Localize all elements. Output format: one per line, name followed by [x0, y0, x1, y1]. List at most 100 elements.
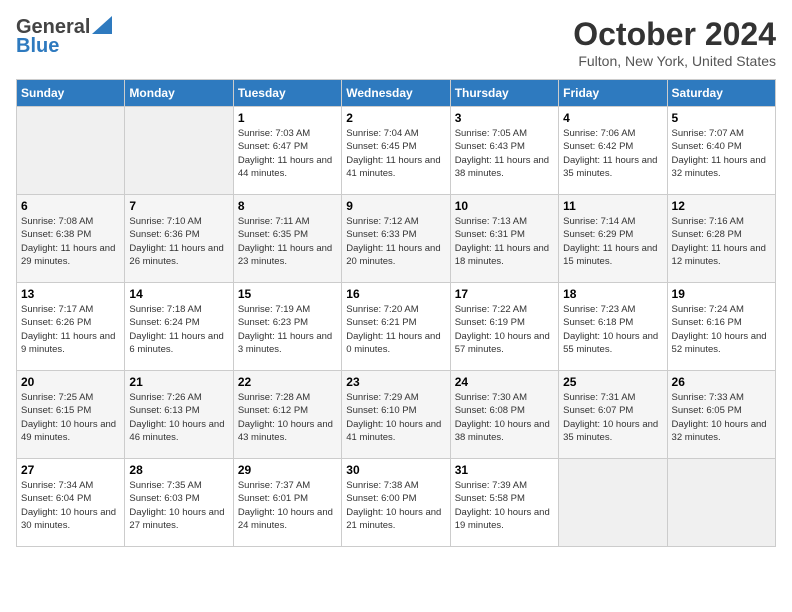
calendar-cell: 14 Sunrise: 7:18 AM Sunset: 6:24 PM Dayli…: [125, 283, 233, 371]
day-number: 28: [129, 463, 228, 477]
day-info: Sunrise: 7:26 AM Sunset: 6:13 PM Dayligh…: [129, 391, 228, 444]
day-number: 27: [21, 463, 120, 477]
calendar-cell: [667, 459, 775, 547]
day-number: 19: [672, 287, 771, 301]
calendar-week-row: 20 Sunrise: 7:25 AM Sunset: 6:15 PM Dayli…: [17, 371, 776, 459]
day-info: Sunrise: 7:34 AM Sunset: 6:04 PM Dayligh…: [21, 479, 120, 532]
day-info: Sunrise: 7:03 AM Sunset: 6:47 PM Dayligh…: [238, 127, 337, 180]
day-number: 24: [455, 375, 554, 389]
calendar-cell: 17 Sunrise: 7:22 AM Sunset: 6:19 PM Dayli…: [450, 283, 558, 371]
day-info: Sunrise: 7:20 AM Sunset: 6:21 PM Dayligh…: [346, 303, 445, 356]
day-number: 21: [129, 375, 228, 389]
day-header: Monday: [125, 80, 233, 107]
day-number: 30: [346, 463, 445, 477]
day-number: 20: [21, 375, 120, 389]
calendar-cell: 16 Sunrise: 7:20 AM Sunset: 6:21 PM Dayli…: [342, 283, 450, 371]
day-number: 7: [129, 199, 228, 213]
calendar-cell: 20 Sunrise: 7:25 AM Sunset: 6:15 PM Dayli…: [17, 371, 125, 459]
calendar-week-row: 6 Sunrise: 7:08 AM Sunset: 6:38 PM Daylig…: [17, 195, 776, 283]
calendar-cell: 1Sunrise: 7:03 AM Sunset: 6:47 PM Daylig…: [233, 107, 341, 195]
calendar-body: 1Sunrise: 7:03 AM Sunset: 6:47 PM Daylig…: [17, 107, 776, 547]
calendar-cell: [125, 107, 233, 195]
day-number: 16: [346, 287, 445, 301]
calendar-cell: 22 Sunrise: 7:28 AM Sunset: 6:12 PM Dayli…: [233, 371, 341, 459]
day-info: Sunrise: 7:30 AM Sunset: 6:08 PM Dayligh…: [455, 391, 554, 444]
calendar-cell: [559, 459, 667, 547]
calendar-cell: 15Sunrise: 7:19 AM Sunset: 6:23 PM Dayli…: [233, 283, 341, 371]
day-info: Sunrise: 7:31 AM Sunset: 6:07 PM Dayligh…: [563, 391, 662, 444]
day-header: Saturday: [667, 80, 775, 107]
calendar-cell: 31Sunrise: 7:39 AM Sunset: 5:58 PM Dayli…: [450, 459, 558, 547]
day-header: Thursday: [450, 80, 558, 107]
calendar-cell: 26 Sunrise: 7:33 AM Sunset: 6:05 PM Dayli…: [667, 371, 775, 459]
day-info: Sunrise: 7:35 AM Sunset: 6:03 PM Dayligh…: [129, 479, 228, 532]
day-number: 5: [672, 111, 771, 125]
day-info: Sunrise: 7:28 AM Sunset: 6:12 PM Dayligh…: [238, 391, 337, 444]
day-info: Sunrise: 7:38 AM Sunset: 6:00 PM Dayligh…: [346, 479, 445, 532]
calendar-cell: 30 Sunrise: 7:38 AM Sunset: 6:00 PM Dayli…: [342, 459, 450, 547]
day-number: 18: [563, 287, 662, 301]
calendar-cell: 25 Sunrise: 7:31 AM Sunset: 6:07 PM Dayli…: [559, 371, 667, 459]
day-number: 4: [563, 111, 662, 125]
calendar-cell: 10 Sunrise: 7:13 AM Sunset: 6:31 PM Dayli…: [450, 195, 558, 283]
day-number: 10: [455, 199, 554, 213]
calendar-cell: 21 Sunrise: 7:26 AM Sunset: 6:13 PM Dayli…: [125, 371, 233, 459]
day-info: Sunrise: 7:22 AM Sunset: 6:19 PM Dayligh…: [455, 303, 554, 356]
day-info: Sunrise: 7:16 AM Sunset: 6:28 PM Dayligh…: [672, 215, 771, 268]
day-info: Sunrise: 7:18 AM Sunset: 6:24 PM Dayligh…: [129, 303, 228, 356]
day-info: Sunrise: 7:23 AM Sunset: 6:18 PM Dayligh…: [563, 303, 662, 356]
calendar-cell: 11 Sunrise: 7:14 AM Sunset: 6:29 PM Dayli…: [559, 195, 667, 283]
calendar-cell: 2 Sunrise: 7:04 AM Sunset: 6:45 PM Daylig…: [342, 107, 450, 195]
day-info: Sunrise: 7:29 AM Sunset: 6:10 PM Dayligh…: [346, 391, 445, 444]
calendar-cell: 13Sunrise: 7:17 AM Sunset: 6:26 PM Dayli…: [17, 283, 125, 371]
day-number: 2: [346, 111, 445, 125]
day-number: 29: [238, 463, 337, 477]
day-number: 22: [238, 375, 337, 389]
calendar-week-row: 27 Sunrise: 7:34 AM Sunset: 6:04 PM Dayli…: [17, 459, 776, 547]
calendar-cell: 23 Sunrise: 7:29 AM Sunset: 6:10 PM Dayli…: [342, 371, 450, 459]
calendar-header-row: SundayMondayTuesdayWednesdayThursdayFrid…: [17, 80, 776, 107]
day-info: Sunrise: 7:14 AM Sunset: 6:29 PM Dayligh…: [563, 215, 662, 268]
day-info: Sunrise: 7:37 AM Sunset: 6:01 PM Dayligh…: [238, 479, 337, 532]
day-info: Sunrise: 7:33 AM Sunset: 6:05 PM Dayligh…: [672, 391, 771, 444]
calendar-cell: [17, 107, 125, 195]
day-info: Sunrise: 7:06 AM Sunset: 6:42 PM Dayligh…: [563, 127, 662, 180]
day-info: Sunrise: 7:05 AM Sunset: 6:43 PM Dayligh…: [455, 127, 554, 180]
day-info: Sunrise: 7:07 AM Sunset: 6:40 PM Dayligh…: [672, 127, 771, 180]
day-header: Friday: [559, 80, 667, 107]
day-number: 17: [455, 287, 554, 301]
page-header: General Blue October 2024 Fulton, New Yo…: [16, 16, 776, 69]
day-header: Sunday: [17, 80, 125, 107]
logo: General Blue: [16, 16, 112, 58]
day-number: 25: [563, 375, 662, 389]
day-number: 12: [672, 199, 771, 213]
day-info: Sunrise: 7:19 AM Sunset: 6:23 PM Dayligh…: [238, 303, 337, 356]
day-number: 14: [129, 287, 228, 301]
calendar-cell: 12 Sunrise: 7:16 AM Sunset: 6:28 PM Dayli…: [667, 195, 775, 283]
day-number: 6: [21, 199, 120, 213]
day-info: Sunrise: 7:17 AM Sunset: 6:26 PM Dayligh…: [21, 303, 120, 356]
day-info: Sunrise: 7:13 AM Sunset: 6:31 PM Dayligh…: [455, 215, 554, 268]
calendar-cell: 8Sunrise: 7:11 AM Sunset: 6:35 PM Daylig…: [233, 195, 341, 283]
calendar-cell: 24 Sunrise: 7:30 AM Sunset: 6:08 PM Dayli…: [450, 371, 558, 459]
day-info: Sunrise: 7:11 AM Sunset: 6:35 PM Dayligh…: [238, 215, 337, 268]
day-info: Sunrise: 7:10 AM Sunset: 6:36 PM Dayligh…: [129, 215, 228, 268]
day-number: 3: [455, 111, 554, 125]
month-title: October 2024: [573, 16, 776, 53]
day-info: Sunrise: 7:04 AM Sunset: 6:45 PM Dayligh…: [346, 127, 445, 180]
calendar-cell: 29 Sunrise: 7:37 AM Sunset: 6:01 PM Dayli…: [233, 459, 341, 547]
calendar-cell: 9Sunrise: 7:12 AM Sunset: 6:33 PM Daylig…: [342, 195, 450, 283]
calendar-cell: 4 Sunrise: 7:06 AM Sunset: 6:42 PM Daylig…: [559, 107, 667, 195]
location: Fulton, New York, United States: [573, 53, 776, 69]
calendar-cell: 6 Sunrise: 7:08 AM Sunset: 6:38 PM Daylig…: [17, 195, 125, 283]
day-info: Sunrise: 7:12 AM Sunset: 6:33 PM Dayligh…: [346, 215, 445, 268]
day-number: 23: [346, 375, 445, 389]
day-number: 26: [672, 375, 771, 389]
day-info: Sunrise: 7:25 AM Sunset: 6:15 PM Dayligh…: [21, 391, 120, 444]
day-number: 11: [563, 199, 662, 213]
calendar-cell: 18 Sunrise: 7:23 AM Sunset: 6:18 PM Dayli…: [559, 283, 667, 371]
calendar-cell: 3 Sunrise: 7:05 AM Sunset: 6:43 PM Daylig…: [450, 107, 558, 195]
calendar-cell: 19Sunrise: 7:24 AM Sunset: 6:16 PM Dayli…: [667, 283, 775, 371]
calendar-table: SundayMondayTuesdayWednesdayThursdayFrid…: [16, 79, 776, 547]
day-info: Sunrise: 7:08 AM Sunset: 6:38 PM Dayligh…: [21, 215, 120, 268]
